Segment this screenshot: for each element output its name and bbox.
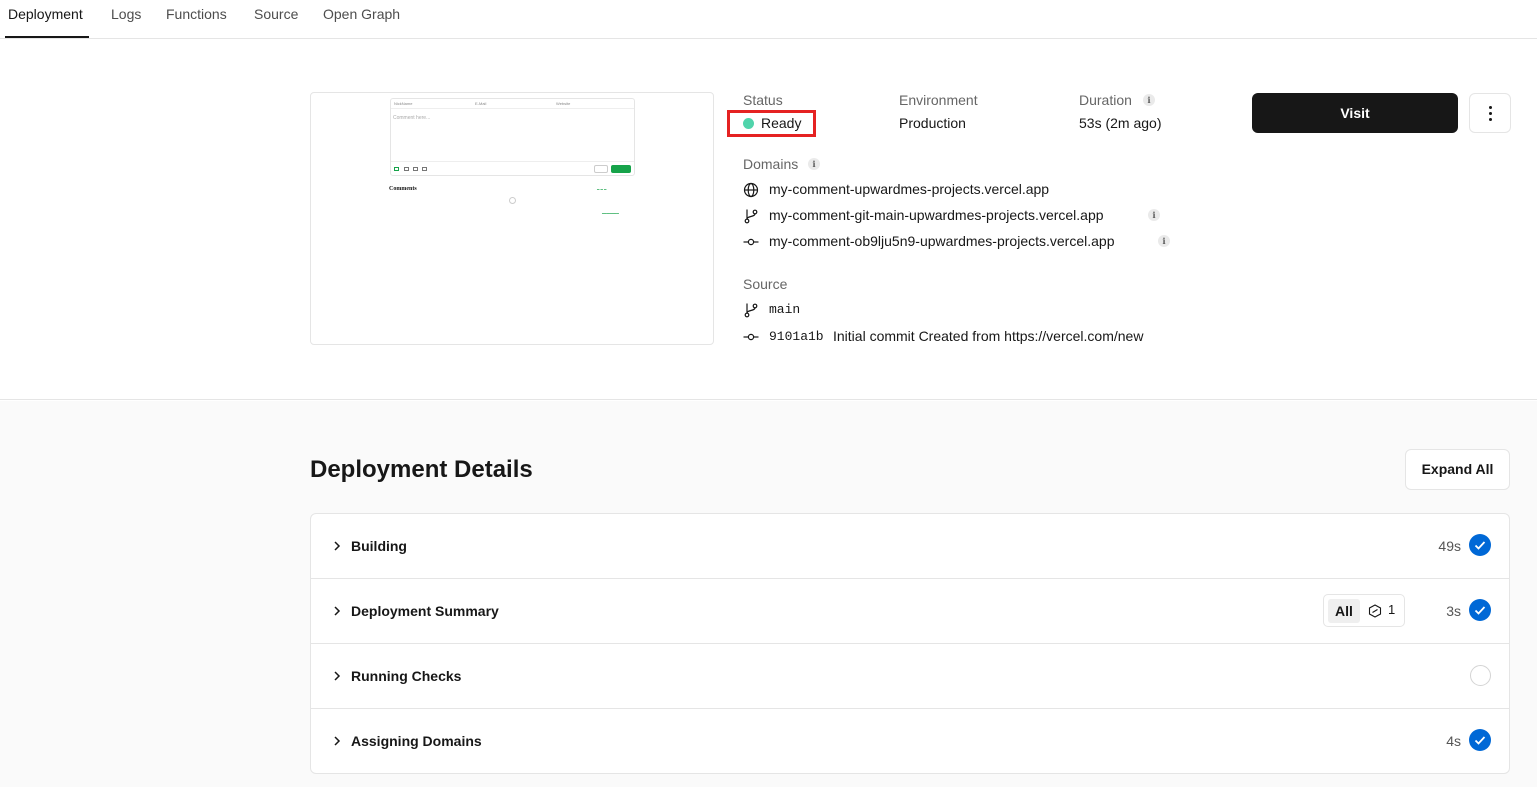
preview-field-email: E-Mail xyxy=(475,101,487,106)
summary-filter: All 1 xyxy=(1323,594,1405,627)
git-branch-icon xyxy=(744,303,758,318)
branch-domain-info-icon[interactable]: i xyxy=(1148,209,1160,221)
check-circle-icon xyxy=(1469,534,1491,556)
environment-value: Production xyxy=(899,115,966,131)
domains-label: Domains xyxy=(743,156,799,172)
domain-link[interactable]: my-comment-upwardmes-projects.vercel.app xyxy=(769,181,1049,197)
git-commit-icon xyxy=(743,238,759,246)
step-duration: 49s xyxy=(1438,538,1461,554)
git-commit-icon xyxy=(743,333,759,341)
status-ready-dot xyxy=(743,118,754,129)
preview-field-website: Website xyxy=(556,101,571,106)
tab-deployment[interactable]: Deployment xyxy=(8,6,83,22)
deployment-details-section: Deployment Details Expand All Building 4… xyxy=(0,401,1537,787)
tab-open-graph[interactable]: Open Graph xyxy=(323,6,400,22)
globe-icon xyxy=(743,182,759,198)
deployment-preview-thumbnail[interactable]: NickName E-Mail Website Comment here... … xyxy=(310,92,714,345)
source-label: Source xyxy=(743,276,788,292)
duration-value: 53s (2m ago) xyxy=(1079,115,1162,131)
domains-info-icon[interactable]: i xyxy=(808,158,820,170)
git-branch-icon xyxy=(744,209,758,224)
chevron-right-icon xyxy=(334,606,341,616)
status-label: Status xyxy=(743,92,783,108)
preview-sort-links: ━ ━ ━ xyxy=(597,187,607,192)
step-label: Building xyxy=(351,538,407,554)
preview-field-name: NickName xyxy=(394,101,413,106)
step-label: Assigning Domains xyxy=(351,733,482,749)
visit-button[interactable]: Visit xyxy=(1252,93,1458,133)
step-label: Deployment Summary xyxy=(351,603,499,619)
duration-label: Duration xyxy=(1079,92,1132,108)
chevron-right-icon xyxy=(334,541,341,551)
preview-comment-form: NickName E-Mail Website Comment here... xyxy=(390,98,635,176)
source-commit-hash[interactable]: 9101a1b xyxy=(769,329,824,344)
preview-comments-title: Comments xyxy=(389,186,417,192)
domain-link[interactable]: my-comment-git-main-upwardmes-projects.v… xyxy=(769,207,1104,223)
preview-powered-by: ━━━━━━━ xyxy=(602,211,619,216)
step-label: Running Checks xyxy=(351,668,462,684)
preview-submit-button xyxy=(611,165,631,173)
preview-loading-spinner xyxy=(509,197,516,204)
source-branch[interactable]: main xyxy=(769,302,800,317)
filter-function-count[interactable]: 1 xyxy=(1388,602,1395,617)
preview-emoji-icon xyxy=(394,167,399,171)
filter-all-button[interactable]: All xyxy=(1328,599,1360,623)
deployment-details-title: Deployment Details xyxy=(310,456,533,483)
step-duration: 4s xyxy=(1446,733,1461,749)
step-building[interactable]: Building 49s xyxy=(311,514,1509,579)
duration-info-icon[interactable]: i xyxy=(1143,94,1155,106)
step-deployment-summary[interactable]: Deployment Summary All 1 3s xyxy=(311,579,1509,644)
environment-label: Environment xyxy=(899,92,978,108)
active-tab-indicator xyxy=(5,36,89,38)
check-circle-icon xyxy=(1469,599,1491,621)
pending-circle-icon xyxy=(1470,665,1491,686)
preview-gif-icon xyxy=(413,167,418,171)
tab-source[interactable]: Source xyxy=(254,6,298,22)
deployment-overview: NickName E-Mail Website Comment here... … xyxy=(0,39,1537,400)
step-assigning-domains[interactable]: Assigning Domains 4s xyxy=(311,709,1509,774)
preview-login-button xyxy=(594,165,608,173)
status-value: Ready xyxy=(761,115,802,131)
function-icon xyxy=(1368,604,1382,618)
preview-placeholder: Comment here... xyxy=(393,115,431,121)
commit-domain-info-icon[interactable]: i xyxy=(1158,235,1170,247)
more-options-button[interactable] xyxy=(1469,93,1511,133)
check-circle-icon xyxy=(1469,729,1491,751)
step-running-checks[interactable]: Running Checks xyxy=(311,644,1509,709)
deployment-steps-list: Building 49s Deployment Summary All 1 3s… xyxy=(310,513,1510,774)
step-duration: 3s xyxy=(1446,603,1461,619)
chevron-right-icon xyxy=(334,671,341,681)
source-commit-message: Initial commit Created from https://verc… xyxy=(833,328,1144,344)
expand-all-button[interactable]: Expand All xyxy=(1405,449,1510,490)
domain-link[interactable]: my-comment-ob9lju5n9-upwardmes-projects.… xyxy=(769,233,1114,249)
tab-functions[interactable]: Functions xyxy=(166,6,227,22)
chevron-right-icon xyxy=(334,736,341,746)
preview-file-icon xyxy=(422,167,427,171)
tab-logs[interactable]: Logs xyxy=(111,6,141,22)
preview-image-icon xyxy=(404,167,409,171)
deployment-tabs: Deployment Logs Functions Source Open Gr… xyxy=(0,0,1537,39)
